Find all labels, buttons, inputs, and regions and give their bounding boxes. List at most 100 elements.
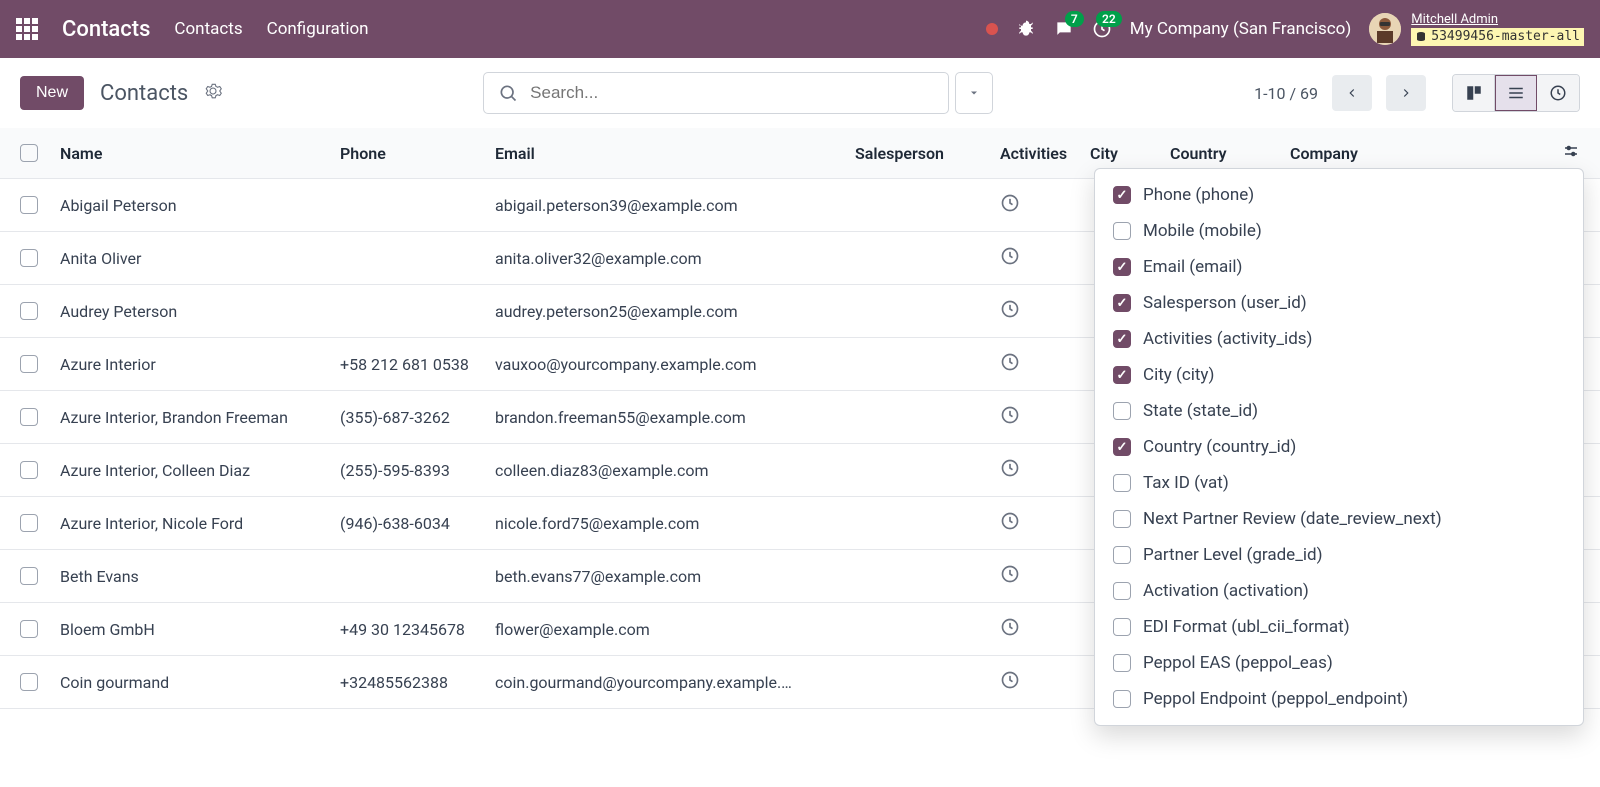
database-badge: 53499456-master-all: [1411, 28, 1584, 46]
row-checkbox[interactable]: [20, 355, 38, 373]
user-menu[interactable]: Mitchell Admin 53499456-master-all: [1369, 12, 1584, 45]
pager-text[interactable]: 1-10 / 69: [1254, 84, 1318, 103]
avatar-icon: [1369, 13, 1401, 45]
column-settings-button[interactable]: [1562, 145, 1580, 164]
checkbox-icon: [1113, 294, 1131, 312]
cell-salesperson: [845, 550, 990, 603]
new-button[interactable]: New: [20, 76, 84, 110]
column-option-label: Salesperson (user_id): [1143, 293, 1307, 313]
row-checkbox[interactable]: [20, 567, 38, 585]
clock-icon: [1000, 246, 1020, 266]
cell-activities[interactable]: [990, 232, 1080, 285]
column-option[interactable]: Peppol EAS (peppol_eas): [1095, 645, 1583, 681]
col-header-salesperson[interactable]: Salesperson: [845, 128, 990, 179]
row-checkbox[interactable]: [20, 302, 38, 320]
nav-link-configuration[interactable]: Configuration: [267, 19, 369, 39]
checkbox-icon: [1113, 618, 1131, 636]
cell-phone: [330, 179, 485, 232]
column-option[interactable]: City (city): [1095, 357, 1583, 393]
apps-menu-icon[interactable]: [16, 18, 38, 40]
gear-icon[interactable]: [204, 82, 222, 104]
select-all-checkbox[interactable]: [20, 144, 38, 162]
column-option[interactable]: Mobile (mobile): [1095, 213, 1583, 249]
clock-icon: [1000, 617, 1020, 637]
cell-activities[interactable]: [990, 391, 1080, 444]
column-option[interactable]: Activation (activation): [1095, 573, 1583, 609]
status-indicator-icon[interactable]: [986, 23, 998, 35]
column-option[interactable]: Country (country_id): [1095, 429, 1583, 465]
cell-activities[interactable]: [990, 656, 1080, 709]
checkbox-icon: [1113, 438, 1131, 456]
cell-name: Azure Interior, Brandon Freeman: [50, 391, 330, 444]
cell-activities[interactable]: [990, 444, 1080, 497]
cell-name: Azure Interior, Colleen Diaz: [50, 444, 330, 497]
row-checkbox[interactable]: [20, 196, 38, 214]
view-kanban-button[interactable]: [1453, 75, 1495, 111]
user-name-label: Mitchell Admin: [1411, 12, 1584, 28]
cell-activities[interactable]: [990, 179, 1080, 232]
app-brand[interactable]: Contacts: [62, 17, 150, 42]
cell-phone: [330, 285, 485, 338]
col-header-email[interactable]: Email: [485, 128, 845, 179]
debug-icon[interactable]: [1016, 19, 1036, 39]
row-checkbox[interactable]: [20, 514, 38, 532]
view-list-button[interactable]: [1495, 75, 1537, 111]
cell-salesperson: [845, 179, 990, 232]
row-checkbox[interactable]: [20, 249, 38, 267]
messaging-icon[interactable]: 7: [1054, 19, 1074, 39]
checkbox-icon: [1113, 258, 1131, 276]
column-option-label: Email (email): [1143, 257, 1242, 277]
company-selector[interactable]: My Company (San Francisco): [1130, 19, 1352, 39]
column-option[interactable]: Phone (phone): [1095, 177, 1583, 213]
checkbox-icon: [1113, 690, 1131, 708]
column-option[interactable]: Tax ID (vat): [1095, 465, 1583, 501]
cell-name: Beth Evans: [50, 550, 330, 603]
cell-email: abigail.peterson39@example.com: [485, 179, 845, 232]
col-header-phone[interactable]: Phone: [330, 128, 485, 179]
cell-phone: +49 30 12345678: [330, 603, 485, 656]
cell-activities[interactable]: [990, 603, 1080, 656]
column-option[interactable]: Salesperson (user_id): [1095, 285, 1583, 321]
cell-email: beth.evans77@example.com: [485, 550, 845, 603]
row-checkbox[interactable]: [20, 461, 38, 479]
col-header-activities[interactable]: Activities: [990, 128, 1080, 179]
column-option[interactable]: State (state_id): [1095, 393, 1583, 429]
search-dropdown-button[interactable]: [955, 72, 993, 114]
pager-next-button[interactable]: [1386, 75, 1426, 111]
column-option[interactable]: EDI Format (ubl_cii_format): [1095, 609, 1583, 645]
control-bar: New Contacts 1-10 / 69: [0, 58, 1600, 128]
cell-activities[interactable]: [990, 550, 1080, 603]
cell-activities[interactable]: [990, 497, 1080, 550]
pager-prev-button[interactable]: [1332, 75, 1372, 111]
row-checkbox[interactable]: [20, 673, 38, 691]
column-option[interactable]: Partner Level (grade_id): [1095, 537, 1583, 573]
cell-activities[interactable]: [990, 338, 1080, 391]
column-option[interactable]: Activities (activity_ids): [1095, 321, 1583, 357]
clock-icon: [1000, 458, 1020, 478]
clock-icon: [1000, 405, 1020, 425]
checkbox-icon: [1113, 186, 1131, 204]
cell-phone: (255)-595-8393: [330, 444, 485, 497]
column-option[interactable]: Peppol Endpoint (peppol_endpoint): [1095, 681, 1583, 717]
clock-icon: [1000, 511, 1020, 531]
column-option-label: Peppol Endpoint (peppol_endpoint): [1143, 689, 1408, 709]
view-activity-button[interactable]: [1537, 75, 1579, 111]
activities-icon[interactable]: 22: [1092, 19, 1112, 39]
col-header-name[interactable]: Name: [50, 128, 330, 179]
cell-email: anita.oliver32@example.com: [485, 232, 845, 285]
cell-activities[interactable]: [990, 285, 1080, 338]
search-input[interactable]: [530, 83, 934, 103]
nav-link-contacts[interactable]: Contacts: [174, 19, 242, 39]
column-option[interactable]: Email (email): [1095, 249, 1583, 285]
list-icon: [1507, 84, 1525, 102]
cell-salesperson: [845, 232, 990, 285]
cell-email: nicole.ford75@example.com: [485, 497, 845, 550]
row-checkbox[interactable]: [20, 408, 38, 426]
search-box[interactable]: [483, 72, 949, 114]
column-option[interactable]: Next Partner Review (date_review_next): [1095, 501, 1583, 537]
cell-phone: +58 212 681 0538: [330, 338, 485, 391]
checkbox-icon: [1113, 582, 1131, 600]
cell-name: Azure Interior: [50, 338, 330, 391]
row-checkbox[interactable]: [20, 620, 38, 638]
messaging-badge: 7: [1065, 11, 1084, 27]
